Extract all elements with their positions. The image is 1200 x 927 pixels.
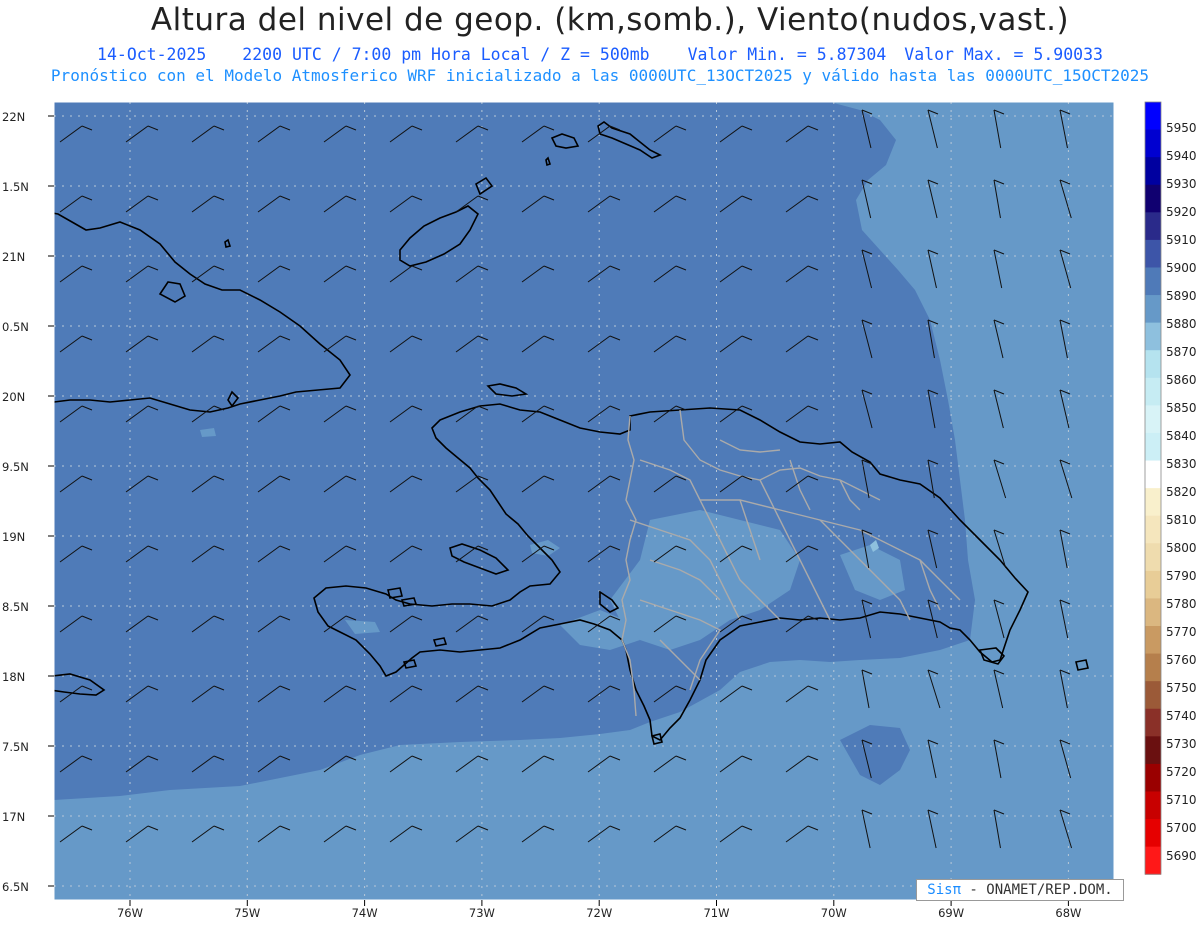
colorbar-swatch xyxy=(1145,102,1161,131)
colorbar-swatch xyxy=(1145,184,1161,213)
latitude-label: 6.5N xyxy=(2,880,29,894)
longitude-label: 73W xyxy=(469,906,495,920)
colorbar-swatch xyxy=(1145,129,1161,158)
colorbar-label: 5890 xyxy=(1166,289,1197,303)
longitude-label: 70W xyxy=(821,906,847,920)
colorbar-swatch xyxy=(1145,460,1161,489)
latitude-label: 19N xyxy=(2,530,25,544)
colorbar-swatch xyxy=(1145,350,1161,379)
colorbar-label: 5860 xyxy=(1166,373,1197,387)
colorbar-swatch xyxy=(1145,681,1161,710)
colorbar-label: 5730 xyxy=(1166,737,1197,751)
colorbar-swatch xyxy=(1145,267,1161,296)
latitude-label: 18N xyxy=(2,670,25,684)
colorbar-label: 5780 xyxy=(1166,597,1197,611)
latitude-label: 17N xyxy=(2,810,25,824)
latitude-labels: 22N 1.5N 21N 0.5N 20N 9.5N 19N 8.5N 18N 7.5N 17N 6.… xyxy=(2,110,54,894)
longitude-label: 76W xyxy=(117,906,143,920)
credit-label: Sisπ - ONAMET/REP.DOM. xyxy=(916,879,1124,901)
colorbar-swatch xyxy=(1145,791,1161,820)
longitude-label: 74W xyxy=(352,906,378,920)
colorbar-swatch xyxy=(1145,598,1161,627)
colorbar-label: 5940 xyxy=(1166,149,1197,163)
latitude-label: 22N xyxy=(2,110,25,124)
colorbar-swatch xyxy=(1145,515,1161,544)
colorbar-label: 5840 xyxy=(1166,429,1197,443)
colorbar-label: 5910 xyxy=(1166,233,1197,247)
colorbar-label: 5740 xyxy=(1166,709,1197,723)
colorbar-swatch xyxy=(1145,212,1161,241)
colorbar-swatch xyxy=(1145,846,1161,875)
colorbar-label: 5700 xyxy=(1166,821,1197,835)
colorbar-swatch xyxy=(1145,626,1161,655)
colorbar-label: 5770 xyxy=(1166,625,1197,639)
colorbar-swatch xyxy=(1145,239,1161,268)
colorbar-label: 5760 xyxy=(1166,653,1197,667)
colorbar-swatch xyxy=(1145,322,1161,351)
latitude-label: 20N xyxy=(2,390,25,404)
credit-brand: Sisπ xyxy=(927,882,961,898)
longitude-label: 69W xyxy=(938,906,964,920)
colorbar-swatch xyxy=(1145,157,1161,186)
colorbar-swatch xyxy=(1145,736,1161,765)
colorbar-swatch xyxy=(1145,708,1161,737)
colorbar-swatch xyxy=(1145,295,1161,324)
longitude-label: 71W xyxy=(703,906,729,920)
longitude-label: 75W xyxy=(234,906,260,920)
longitude-labels: 76W 75W 74W 73W 72W 71W 70W 69W 68W xyxy=(117,900,1081,920)
colorbar-swatch xyxy=(1145,570,1161,599)
longitude-label: 72W xyxy=(586,906,612,920)
colorbar-label: 5920 xyxy=(1166,205,1197,219)
colorbar-label: 5690 xyxy=(1166,849,1197,863)
latitude-label: 21N xyxy=(2,250,25,264)
colorbar-swatch xyxy=(1145,405,1161,434)
colorbar-label: 5800 xyxy=(1166,541,1197,555)
geopotential-map: 22N 1.5N 21N 0.5N 20N 9.5N 19N 8.5N 18N 7.5N 17N 6.… xyxy=(2,101,1197,920)
colorbar-swatch xyxy=(1145,763,1161,792)
colorbar-label: 5880 xyxy=(1166,317,1197,331)
colorbar-label: 5850 xyxy=(1166,401,1197,415)
colorbar-swatch xyxy=(1145,543,1161,572)
latitude-label: 8.5N xyxy=(2,600,29,614)
colorbar-swatch xyxy=(1145,432,1161,462)
colorbar-label: 5930 xyxy=(1166,177,1197,191)
colorbar: 5950 5940 5930 5920 5910 5900 5890 5880 5870 5860… xyxy=(1144,101,1197,875)
colorbar-label: 5790 xyxy=(1166,569,1197,583)
latitude-label: 1.5N xyxy=(2,180,29,194)
colorbar-swatch xyxy=(1145,488,1161,517)
colorbar-label: 5810 xyxy=(1166,513,1197,527)
colorbar-swatch xyxy=(1145,377,1161,406)
colorbar-label: 5830 xyxy=(1166,457,1197,471)
latitude-label: 0.5N xyxy=(2,320,29,334)
latitude-label: 7.5N xyxy=(2,740,29,754)
latitude-label: 9.5N xyxy=(2,460,29,474)
colorbar-label: 5750 xyxy=(1166,681,1197,695)
colorbar-swatch xyxy=(1145,819,1161,848)
colorbar-label: 5900 xyxy=(1166,261,1197,275)
colorbar-swatch xyxy=(1145,653,1161,682)
longitude-label: 68W xyxy=(1055,906,1081,920)
colorbar-label: 5950 xyxy=(1166,121,1197,135)
colorbar-label: 5870 xyxy=(1166,345,1197,359)
colorbar-label: 5720 xyxy=(1166,765,1197,779)
credit-text: - ONAMET/REP.DOM. xyxy=(961,882,1113,898)
colorbar-label: 5820 xyxy=(1166,485,1197,499)
colorbar-label: 5710 xyxy=(1166,793,1197,807)
